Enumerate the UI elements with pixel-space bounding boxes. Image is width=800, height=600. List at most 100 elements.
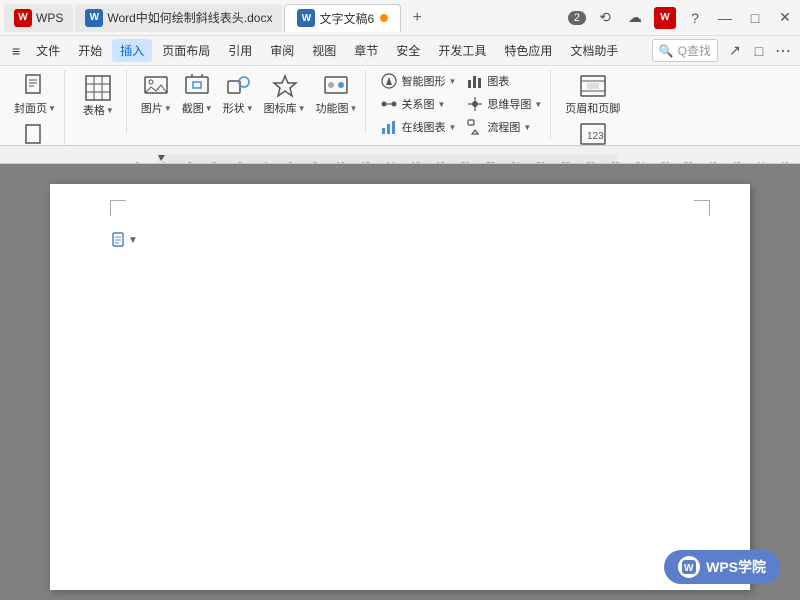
hamburger-menu[interactable]: ≡ bbox=[6, 40, 26, 62]
menu-bar: ≡ 文件 开始 插入 页面布局 引用 审阅 视图 章节 安全 开发工具 特色应用… bbox=[0, 36, 800, 66]
online-chart-button[interactable]: 在线图表 ▼ bbox=[376, 116, 460, 138]
screenshot-button[interactable]: 截图 ▼ bbox=[178, 70, 217, 118]
active-tab-label: 文字文稿6 bbox=[319, 10, 374, 27]
tab-wps-label: WPS bbox=[36, 11, 63, 25]
relation-chart-arrow: ▼ bbox=[437, 100, 445, 109]
smart-left-col: 智能图形 ▼ 关系图 ▼ 在线图表 ▼ bbox=[376, 70, 460, 138]
online-chart-label: 在线图表 bbox=[401, 119, 445, 135]
doc-area[interactable]: ▼ W WPS学院 bbox=[0, 164, 800, 600]
smart-right-col: 图表 思维导图 ▼ 流程图 ▼ bbox=[462, 70, 546, 138]
screenshot-icon bbox=[183, 72, 211, 100]
image-buttons-row: 图片 ▼ 截图 ▼ 形状 ▼ bbox=[137, 70, 362, 118]
ribbon: 封面页 ▼ 空白页 表格 ▼ bbox=[0, 66, 800, 146]
header-footer-label: 页眉和页脚 bbox=[565, 100, 620, 116]
search-label: Q查找 bbox=[678, 42, 711, 59]
maximize-button[interactable]: □ bbox=[744, 7, 766, 29]
menu-reference[interactable]: 引用 bbox=[220, 39, 260, 62]
icon-library-button[interactable]: 图标库 ▼ bbox=[260, 70, 310, 118]
flowchart-arrow: ▼ bbox=[523, 123, 531, 132]
mindmap-arrow: ▼ bbox=[534, 100, 542, 109]
smart-graphic-button[interactable]: 智能图形 ▼ bbox=[376, 70, 460, 92]
search-icon: 🔍 bbox=[659, 44, 674, 58]
shape-arrow: ▼ bbox=[246, 104, 254, 113]
help-button[interactable]: ? bbox=[684, 7, 706, 29]
cover-page-label: 封面页 bbox=[14, 100, 47, 116]
doc-icon-area[interactable]: ▼ bbox=[112, 232, 138, 248]
title-bar-right: 2 ⟲ ☁ W ? — □ ✕ bbox=[568, 7, 796, 29]
cover-page-button[interactable]: 封面页 ▼ bbox=[10, 70, 60, 118]
mindmap-button[interactable]: 思维导图 ▼ bbox=[462, 93, 546, 115]
menu-layout[interactable]: 页面布局 bbox=[154, 39, 218, 62]
ribbon-group-image: 图片 ▼ 截图 ▼ 形状 ▼ bbox=[133, 70, 367, 134]
minimize-button[interactable]: — bbox=[714, 7, 736, 29]
ruler: // rendered statically below -6 -4 -2 0 … bbox=[0, 146, 800, 164]
icon-library-arrow: ▼ bbox=[298, 104, 306, 113]
cloud-icon[interactable]: ☁ bbox=[624, 7, 646, 29]
menu-dochelper[interactable]: 文档助手 bbox=[562, 39, 626, 62]
wps-logo-icon: W bbox=[14, 9, 32, 27]
table-label: 表格 bbox=[83, 102, 105, 118]
chart-button[interactable]: 图表 bbox=[462, 70, 546, 92]
svg-text:123: 123 bbox=[587, 131, 604, 142]
search-box[interactable]: 🔍 Q查找 bbox=[652, 39, 718, 62]
doc-tab-logo: W bbox=[85, 9, 103, 27]
image-button[interactable]: 图片 ▼ bbox=[137, 70, 176, 118]
function-chart-button[interactable]: 功能图 ▼ bbox=[312, 70, 362, 118]
table-button[interactable]: 表格 ▼ bbox=[75, 70, 122, 122]
flowchart-button[interactable]: 流程图 ▼ bbox=[462, 116, 546, 138]
ribbon-group-smart: 智能图形 ▼ 关系图 ▼ 在线图表 ▼ 图表 思维导图 ▼ bbox=[372, 70, 551, 138]
more-icon[interactable]: ⋯ bbox=[772, 40, 794, 62]
tab-doc-label: Word中如何绘制斜线表头.docx bbox=[107, 9, 272, 26]
screenshot-arrow: ▼ bbox=[205, 104, 213, 113]
wps-academy-label: WPS学院 bbox=[706, 557, 766, 577]
add-tab-button[interactable]: + bbox=[403, 4, 431, 32]
menu-devtools[interactable]: 开发工具 bbox=[430, 39, 494, 62]
screenshot-label: 截图 bbox=[182, 100, 204, 116]
ribbon-group-table: 表格 ▼ bbox=[71, 70, 127, 134]
share-icon[interactable]: ↗ bbox=[724, 40, 746, 62]
table-icon bbox=[84, 74, 112, 102]
title-bar: W WPS W Word中如何绘制斜线表头.docx W 文字文稿6 + 2 ⟲… bbox=[0, 0, 800, 36]
unsaved-indicator bbox=[380, 14, 388, 22]
shape-button[interactable]: 形状 ▼ bbox=[219, 70, 258, 118]
tab-wps[interactable]: W WPS bbox=[4, 4, 73, 32]
cover-page-icon bbox=[21, 72, 49, 100]
page-icons-row: 封面页 ▼ bbox=[10, 70, 60, 118]
page-corner-tr bbox=[694, 200, 710, 216]
relation-chart-button[interactable]: 关系图 ▼ bbox=[376, 93, 460, 115]
doc-icon-dropdown[interactable]: ▼ bbox=[128, 235, 138, 246]
tab-active[interactable]: W 文字文稿6 bbox=[284, 4, 401, 32]
svg-text:W: W bbox=[684, 563, 694, 574]
menu-insert[interactable]: 插入 bbox=[112, 39, 152, 62]
icon-library-label: 图标库 bbox=[264, 100, 297, 116]
image-label: 图片 bbox=[141, 100, 163, 116]
wps-icon-button[interactable]: W bbox=[654, 7, 676, 29]
tab-count-badge: 2 bbox=[568, 11, 586, 25]
shape-label: 形状 bbox=[223, 100, 245, 116]
active-tab-logo: W bbox=[297, 9, 315, 27]
mindmap-label: 思维导图 bbox=[487, 96, 531, 112]
menu-start[interactable]: 开始 bbox=[70, 39, 110, 62]
document-page[interactable]: ▼ bbox=[50, 184, 750, 590]
menu-review[interactable]: 审阅 bbox=[262, 39, 302, 62]
page-corner-tl bbox=[110, 200, 126, 216]
menu-section[interactable]: 章节 bbox=[346, 39, 386, 62]
image-icon bbox=[142, 72, 170, 100]
flowchart-label: 流程图 bbox=[487, 119, 520, 135]
header-footer-icon bbox=[579, 72, 607, 100]
history-icon[interactable]: ⟲ bbox=[594, 7, 616, 29]
send-icon[interactable]: □ bbox=[748, 40, 770, 62]
menu-special[interactable]: 特色应用 bbox=[496, 39, 560, 62]
smart-graphic-arrow: ▼ bbox=[448, 77, 456, 86]
menu-file[interactable]: 文件 bbox=[28, 39, 68, 62]
menu-view[interactable]: 视图 bbox=[304, 39, 344, 62]
chart-label: 图表 bbox=[487, 73, 509, 89]
close-button[interactable]: ✕ bbox=[774, 7, 796, 29]
wps-academy-button[interactable]: W WPS学院 bbox=[664, 550, 780, 584]
relation-chart-label: 关系图 bbox=[401, 96, 434, 112]
page-number-icon: 123 bbox=[579, 120, 607, 148]
menu-security[interactable]: 安全 bbox=[388, 39, 428, 62]
wps-academy-logo: W bbox=[678, 556, 700, 578]
header-footer-button[interactable]: 页眉和页脚 bbox=[561, 70, 624, 118]
tab-doc[interactable]: W Word中如何绘制斜线表头.docx bbox=[75, 4, 282, 32]
